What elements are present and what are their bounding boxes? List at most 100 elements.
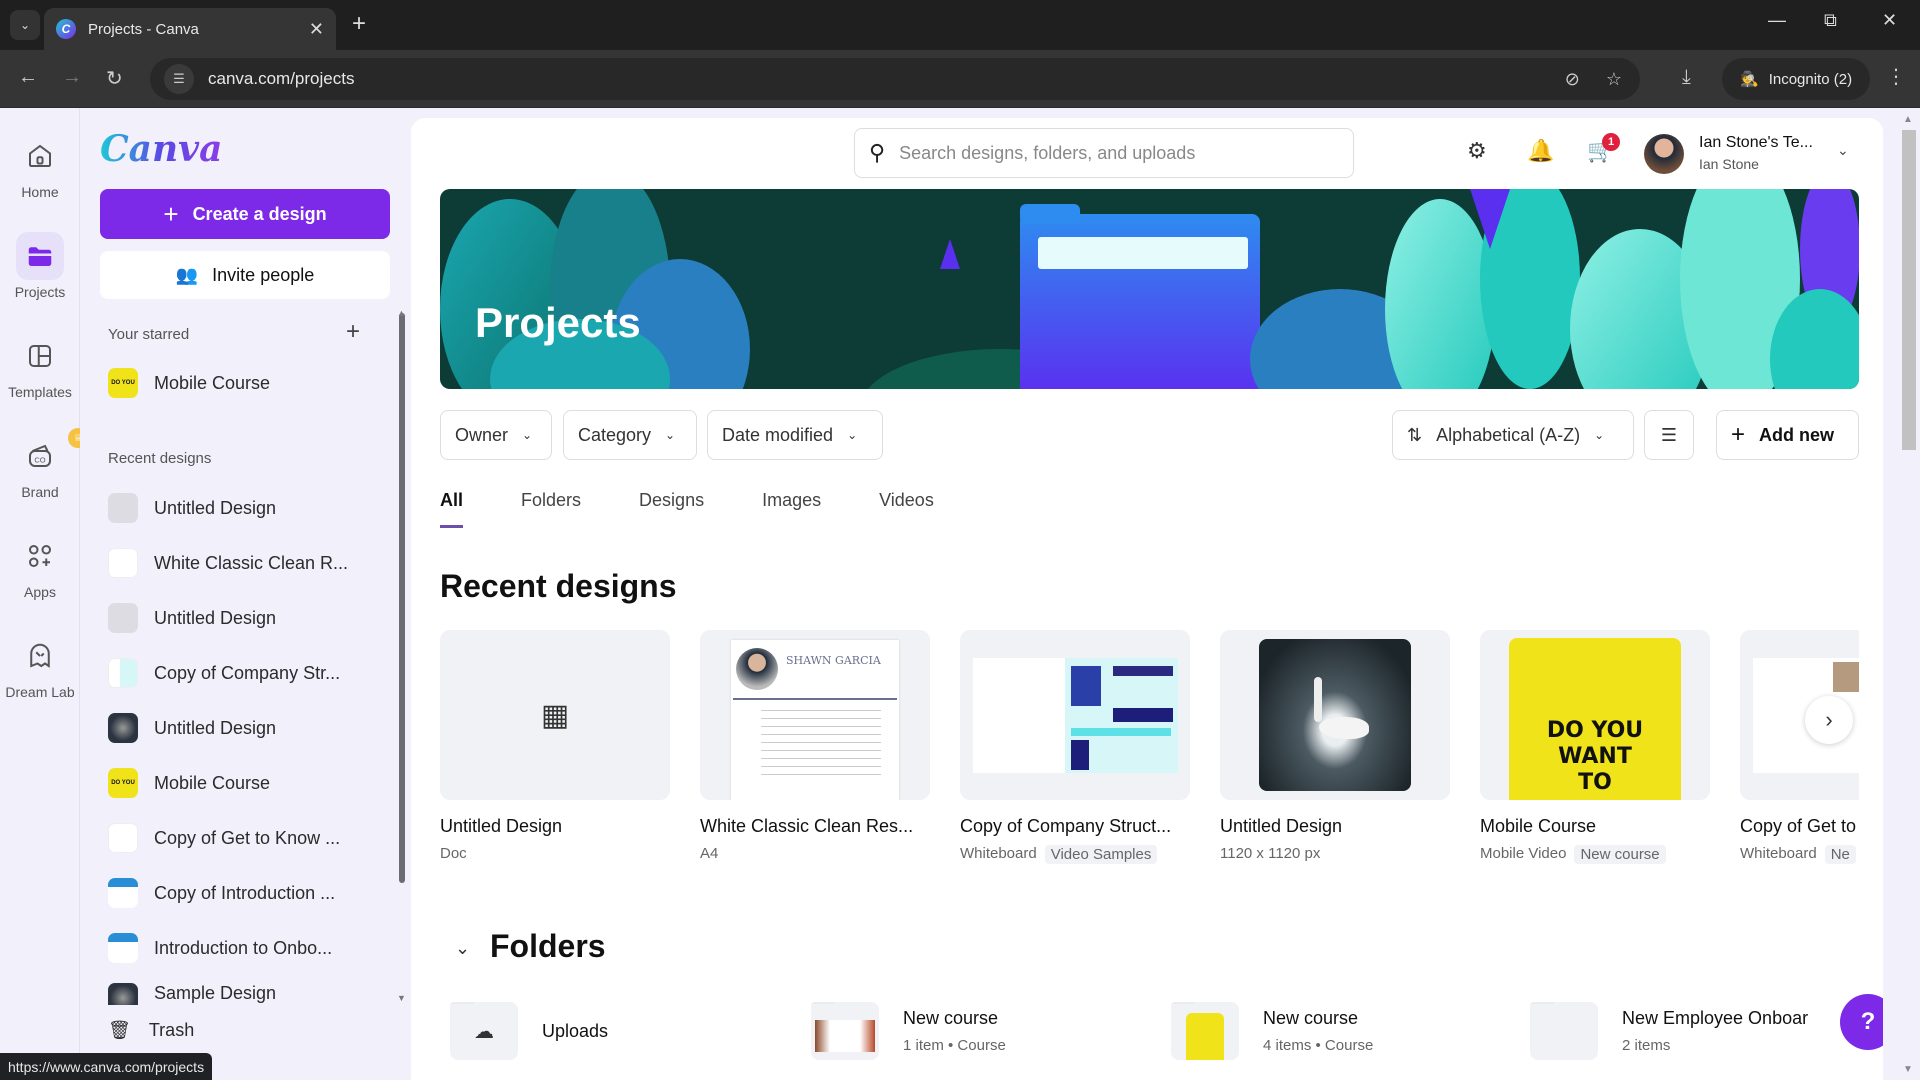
- canva-logo[interactable]: Canva: [100, 128, 222, 170]
- item-label: Untitled Design: [154, 607, 277, 628]
- invite-people-button[interactable]: 👥 Invite people: [100, 251, 390, 299]
- cart-count-badge: 1: [1602, 133, 1620, 151]
- add-new-button[interactable]: + Add new: [1716, 410, 1859, 460]
- url-field[interactable]: ☰ canva.com/projects ⊘ ☆: [150, 58, 1640, 100]
- search-input[interactable]: ⚲ Search designs, folders, and uploads: [854, 128, 1354, 178]
- design-thumbnail: DO YOU: [108, 768, 138, 798]
- trash-icon: 🗑: [108, 1020, 131, 1040]
- notifications-bell-icon[interactable]: 🔔: [1527, 138, 1554, 164]
- recent-item[interactable]: Introduction to Onbo...: [108, 928, 378, 968]
- folder-tag[interactable]: Ne: [1824, 845, 1856, 864]
- add-starred-icon[interactable]: +: [346, 318, 360, 346]
- design-card[interactable]: ▦ Untitled Design Doc: [440, 630, 670, 862]
- download-icon[interactable]: ⤓: [1682, 66, 1691, 89]
- create-design-button[interactable]: + Create a design: [100, 189, 390, 239]
- scroll-down-icon[interactable]: ▼: [397, 993, 406, 1003]
- rail-item-home[interactable]: Home: [0, 132, 80, 200]
- recent-item[interactable]: Sample Design: [108, 983, 378, 1005]
- folder-item[interactable]: ☁ Uploads: [450, 1002, 608, 1060]
- design-card[interactable]: Untitled Design 1120 x 1120 px: [1220, 630, 1450, 862]
- carousel-next-button[interactable]: ›: [1805, 696, 1853, 744]
- tab-all[interactable]: All: [440, 490, 464, 528]
- item-label: Copy of Company Str...: [154, 662, 341, 683]
- tab-videos[interactable]: Videos: [879, 490, 934, 528]
- design-card[interactable]: DO YOU WANT TO Mobile Course Mobile Vide…: [1480, 630, 1710, 864]
- browser-tab[interactable]: C Projects - Canva ✕: [44, 8, 336, 50]
- date-modified-filter[interactable]: Date modified ⌄: [707, 410, 883, 460]
- filter-label: Category: [578, 424, 652, 445]
- folder-meta: 1 item • Course: [903, 1037, 1006, 1054]
- account-name[interactable]: Ian Stone's Te...: [1699, 134, 1813, 152]
- recent-item[interactable]: White Classic Clean R...: [108, 543, 378, 583]
- folder-item[interactable]: New Employee Onboar 2 items: [1530, 1002, 1808, 1060]
- design-card[interactable]: Copy of Company Struct... Whiteboard Vide…: [960, 630, 1190, 864]
- tab-folders[interactable]: Folders: [521, 490, 581, 528]
- incognito-button[interactable]: 🕵 Incognito (2): [1722, 58, 1871, 100]
- design-card[interactable]: Copy of Get to Whiteboard Ne: [1740, 630, 1859, 864]
- rail-item-brand[interactable]: CO ♕ Brand: [0, 428, 88, 500]
- design-preview: SHAWN GARCIA: [700, 630, 930, 800]
- dream-lab-icon: [30, 643, 50, 668]
- list-view-button[interactable]: ☰: [1644, 410, 1694, 460]
- folder-item[interactable]: New course 1 item • Course: [811, 1002, 1006, 1060]
- folder-thumbnail: ☁: [450, 1002, 518, 1060]
- folder-item[interactable]: New course 4 items • Course: [1171, 1002, 1373, 1060]
- tracking-protection-icon[interactable]: ⊘: [1565, 69, 1580, 90]
- scroll-up-icon[interactable]: ▲: [397, 308, 406, 318]
- restore-icon[interactable]: ⧉: [1824, 10, 1837, 31]
- help-button[interactable]: ?: [1840, 994, 1883, 1050]
- rail-item-templates[interactable]: Templates: [0, 332, 80, 400]
- recent-item[interactable]: Copy of Get to Know ...: [108, 818, 378, 858]
- trash-button[interactable]: 🗑 Trash: [108, 1020, 194, 1041]
- recent-item[interactable]: Copy of Company Str...: [108, 653, 378, 693]
- settings-gear-icon[interactable]: ⚙: [1467, 138, 1487, 164]
- design-name: Copy of Get to: [1740, 816, 1857, 836]
- scroll-up-icon[interactable]: ▲: [1903, 114, 1913, 125]
- chevron-down-icon[interactable]: ⌄: [1837, 142, 1849, 159]
- forward-icon[interactable]: →: [62, 66, 82, 89]
- tab-designs[interactable]: Designs: [639, 490, 704, 528]
- folder-tag[interactable]: Video Samples: [1044, 845, 1158, 864]
- recent-item[interactable]: Copy of Introduction ...: [108, 873, 378, 913]
- owner-filter[interactable]: Owner ⌄: [440, 410, 552, 460]
- new-tab-button[interactable]: +: [352, 10, 366, 38]
- rail-item-projects[interactable]: Projects: [0, 232, 80, 300]
- recent-item[interactable]: Untitled Design: [108, 598, 378, 638]
- close-tab-icon[interactable]: ✕: [309, 19, 324, 40]
- rail-label: Templates: [8, 384, 72, 400]
- content-tabs: All Folders Designs Images Videos: [440, 490, 992, 528]
- folder-tag[interactable]: New course: [1574, 845, 1666, 864]
- incognito-label: Incognito (2): [1768, 70, 1853, 88]
- recent-item[interactable]: Untitled Design: [108, 488, 378, 528]
- account-user: Ian Stone: [1699, 156, 1759, 172]
- main-scrollbar-thumb[interactable]: [1902, 130, 1916, 450]
- recent-item[interactable]: DO YOU Mobile Course: [108, 763, 378, 803]
- item-label: Untitled Design: [154, 497, 277, 518]
- sort-dropdown[interactable]: ⇅ Alphabetical (A-Z) ⌄: [1392, 410, 1634, 460]
- sidebar-scrollbar[interactable]: [399, 313, 405, 883]
- add-people-icon: 👥: [175, 264, 199, 285]
- tab-list-button[interactable]: ⌄: [10, 10, 40, 40]
- design-card[interactable]: SHAWN GARCIA White Classic Clean Res... …: [700, 630, 930, 862]
- bookmark-star-icon[interactable]: ☆: [1606, 69, 1622, 90]
- browser-menu-icon[interactable]: ⋮: [1886, 64, 1906, 89]
- collapse-folders-icon[interactable]: ⌄: [455, 938, 470, 959]
- back-icon[interactable]: ←: [18, 66, 38, 89]
- minimize-icon[interactable]: —: [1768, 10, 1786, 31]
- design-name: Untitled Design: [440, 816, 563, 836]
- recent-item[interactable]: Untitled Design: [108, 708, 378, 748]
- window-close-icon[interactable]: ✕: [1882, 10, 1897, 31]
- design-thumbnail: [108, 823, 138, 853]
- scroll-down-icon[interactable]: ▼: [1903, 1064, 1913, 1075]
- avatar[interactable]: [1644, 134, 1684, 174]
- rail-item-apps[interactable]: Apps: [0, 532, 80, 600]
- site-info-icon[interactable]: ☰: [164, 64, 194, 94]
- design-thumbnail: [108, 933, 138, 963]
- design-thumbnail: [108, 983, 138, 1005]
- category-filter[interactable]: Category ⌄: [563, 410, 697, 460]
- rail-item-dream-lab[interactable]: Dream Lab: [0, 632, 80, 700]
- starred-item[interactable]: DO YOU Mobile Course: [108, 363, 378, 403]
- reload-icon[interactable]: ↻: [106, 66, 123, 91]
- folder-thumbnail: [811, 1002, 879, 1060]
- tab-images[interactable]: Images: [762, 490, 821, 528]
